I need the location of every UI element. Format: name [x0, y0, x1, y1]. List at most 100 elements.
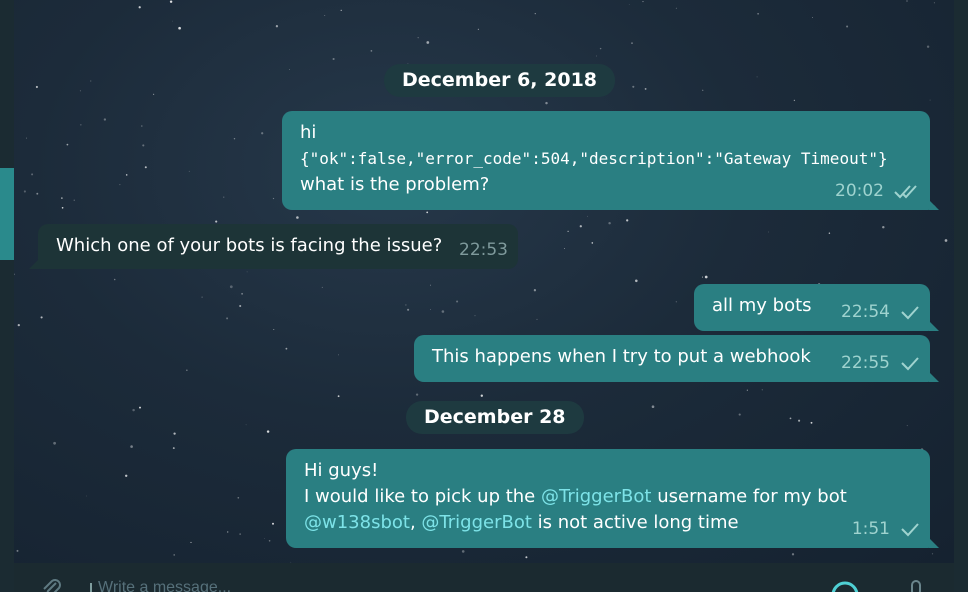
star [125, 174, 128, 176]
star [188, 170, 190, 172]
message-composer: Write a message... [14, 563, 954, 592]
star [933, 2, 935, 4]
message-text: This happens when I try to put a webhook [432, 346, 811, 367]
left-panel-edge [0, 0, 14, 592]
message-bubble-outgoing[interactable]: hi {"ok":false,"error_code":504,"descrip… [282, 111, 939, 210]
star [798, 419, 801, 422]
message-meta: 22:54 [841, 299, 920, 325]
star [926, 45, 930, 48]
star [332, 57, 335, 61]
star [704, 275, 708, 279]
star [430, 284, 431, 286]
star [474, 315, 476, 317]
message-time: 22:55 [841, 353, 890, 373]
right-panel-edge [954, 0, 968, 592]
message-text: I would like to pick up the @TriggerBot … [304, 484, 912, 510]
star [632, 85, 635, 88]
date-separator: December 28 [406, 401, 584, 434]
message-text-segment: is not active long time [531, 512, 739, 533]
star [567, 230, 569, 232]
star [944, 239, 948, 242]
star [761, 389, 763, 391]
message-meta: 22:53 [459, 237, 508, 263]
microphone-icon[interactable] [907, 580, 925, 592]
star [130, 445, 133, 448]
message-text: what is the problem? [300, 174, 490, 195]
message-bubble-outgoing[interactable]: Hi guys! I would like to pick up the @Tr… [286, 449, 939, 548]
message-bubble-incoming[interactable]: Which one of your bots is facing the iss… [29, 224, 518, 269]
single-check-icon [900, 355, 920, 371]
star [16, 549, 19, 552]
star [73, 199, 75, 201]
star [296, 216, 299, 219]
star [239, 304, 242, 308]
star [579, 225, 582, 228]
double-check-icon [894, 183, 920, 199]
star [125, 474, 128, 477]
message-meta: 22:55 [841, 350, 920, 376]
paperclip-icon[interactable] [40, 577, 62, 592]
star [757, 12, 759, 15]
date-separator: December 6, 2018 [384, 64, 616, 97]
emoji-icon[interactable] [830, 580, 860, 592]
message-text-code: {"ok":false,"error_code":504,"descriptio… [300, 149, 888, 168]
star [789, 417, 792, 420]
chat-window: December 6, 2018 hi {"ok":false,"error_c… [0, 0, 968, 592]
message-text-segment: , [409, 512, 422, 533]
star [223, 196, 225, 198]
star [906, 425, 908, 427]
star [201, 296, 203, 298]
star [226, 317, 229, 320]
star [337, 395, 340, 398]
star [882, 225, 885, 229]
star [272, 522, 274, 525]
star [261, 132, 264, 135]
star [17, 323, 20, 327]
star [90, 80, 92, 82]
message-bubble-outgoing[interactable]: all my bots 22:54 [694, 284, 939, 331]
star [846, 25, 849, 28]
star [190, 541, 192, 543]
message-bubble-outgoing[interactable]: This happens when I try to put a webhook… [414, 335, 939, 382]
message-meta: 1:51 [852, 516, 920, 542]
star [246, 271, 248, 273]
star [139, 406, 141, 409]
star [142, 144, 145, 147]
star [275, 25, 279, 28]
single-check-icon [900, 521, 920, 537]
message-text: Hi guys! [304, 460, 379, 481]
star [241, 292, 244, 295]
star [675, 7, 677, 9]
star [564, 248, 565, 249]
star [36, 192, 39, 195]
star [430, 309, 431, 310]
star [138, 6, 141, 9]
star [415, 393, 419, 396]
mention-link[interactable]: @TriggerBot [541, 486, 652, 507]
star [608, 221, 611, 225]
star [40, 316, 43, 319]
star [702, 89, 704, 91]
star [545, 101, 548, 105]
star [536, 318, 538, 320]
star [599, 47, 602, 50]
star [273, 329, 275, 331]
star [738, 413, 741, 416]
mention-link[interactable]: @TriggerBot [421, 512, 532, 533]
star [61, 206, 64, 209]
star [233, 137, 236, 140]
star [26, 137, 28, 139]
date-separator-label: December 6, 2018 [402, 69, 598, 91]
star [701, 276, 704, 278]
message-time: 22:54 [841, 302, 890, 322]
message-time: 22:53 [459, 240, 508, 260]
star [810, 421, 813, 424]
message-input[interactable]: Write a message... [98, 579, 231, 592]
message-area[interactable]: December 6, 2018 hi {"ok":false,"error_c… [14, 0, 954, 563]
message-text: @w138sbot, @TriggerBot is not active lon… [304, 510, 912, 536]
star [321, 286, 323, 288]
mention-link[interactable]: @w138sbot [304, 512, 410, 533]
star [288, 69, 290, 71]
star [340, 9, 342, 11]
star [119, 184, 121, 186]
